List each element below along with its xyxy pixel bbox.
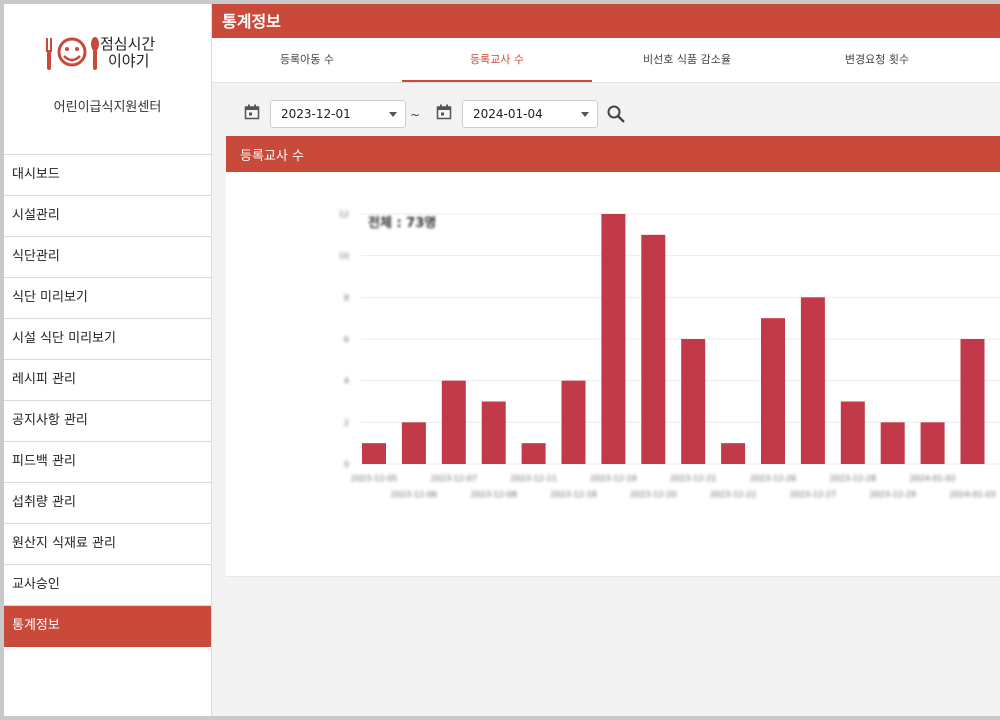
sidebar-item-recipe[interactable]: 레시피 관리 (4, 360, 211, 401)
calendar-icon[interactable] (244, 104, 260, 120)
x-tick-label: 2023-12-08 (470, 490, 517, 499)
start-date-select[interactable]: 2023-12-01 (270, 100, 406, 128)
search-icon[interactable] (606, 104, 626, 124)
chevron-down-icon (581, 112, 589, 117)
date-range-separator: ~ (410, 108, 421, 122)
start-date-value: 2023-12-01 (281, 107, 351, 121)
y-tick-label: 4 (344, 377, 349, 386)
sidebar-item-label: 섭취량 관리 (12, 495, 76, 510)
card-header: 등록교사 수 (226, 136, 1000, 172)
chart-bar[interactable] (601, 214, 626, 464)
chart-bar[interactable] (561, 380, 586, 464)
chart-bar[interactable] (840, 401, 865, 465)
sidebar-item-facility-meal-preview[interactable]: 시설 식단 미리보기 (4, 319, 211, 360)
page-title: 통계정보 (222, 12, 281, 31)
x-tick-label: 2023-12-27 (790, 490, 837, 499)
sidebar-item-meal-preview[interactable]: 식단 미리보기 (4, 278, 211, 319)
logo-text: 점심시간 이야기 (100, 36, 155, 70)
sidebar-item-teacher-approval[interactable]: 교사승인 (4, 565, 211, 606)
chart-bar[interactable] (800, 297, 825, 464)
org-name: 어린이급식지원센터 (53, 100, 162, 115)
app-window: 점심시간 이야기 어린이급식지원센터 대시보드 시설관리 식단관리 식단 미리보… (4, 4, 1000, 716)
x-tick-label: 2023-12-20 (630, 490, 677, 499)
x-tick-label: 2024-01-02 (909, 474, 956, 483)
chart-bar[interactable] (721, 443, 746, 464)
sidebar-item-notice[interactable]: 공지사항 관리 (4, 401, 211, 442)
chart-bar[interactable] (761, 318, 785, 464)
sidebar: 점심시간 이야기 어린이급식지원센터 대시보드 시설관리 식단관리 식단 미리보… (4, 4, 212, 716)
sidebar-item-label: 식단 미리보기 (12, 290, 88, 305)
end-date-select[interactable]: 2024-01-04 (462, 100, 598, 128)
y-tick-label: 6 (344, 335, 349, 344)
chart-bar[interactable] (880, 422, 905, 464)
stats-card: 등록교사 수 전체 : 73명 0 2 4 6 8 10 12 2023-12-05 2023-… (226, 136, 1000, 577)
x-tick-label: 2024-01-03 (949, 490, 996, 499)
y-tick-label: 2 (344, 418, 349, 427)
end-date-value: 2024-01-04 (473, 107, 543, 121)
sidebar-item-label: 공지사항 관리 (12, 413, 88, 428)
chart-bar[interactable] (362, 443, 386, 464)
chevron-down-icon (389, 112, 397, 117)
x-tick-label: 2023-12-11 (510, 474, 556, 483)
tab-bar: 등록아동 수 등록교사 수 비선호 식품 감소율 변경요청 횟수 (212, 38, 1000, 83)
sidebar-item-label: 피드백 관리 (12, 454, 76, 469)
page-header: 통계정보 (212, 4, 1000, 38)
tab-registered-children[interactable]: 등록아동 수 (212, 38, 402, 82)
sidebar-item-label: 레시피 관리 (12, 372, 76, 387)
x-tick-label: 2023-12-28 (830, 474, 877, 483)
chart-bar[interactable] (641, 234, 666, 464)
sidebar-item-statistics[interactable]: 통계정보 (4, 606, 211, 647)
sidebar-item-label: 시설관리 (12, 208, 60, 223)
chart-bar[interactable] (960, 339, 985, 464)
bar-chart: 전체 : 73명 0 2 4 6 8 10 12 2023-12-05 2023-12-06 20… (226, 172, 1000, 576)
sidebar-item-meal-plan[interactable]: 식단관리 (4, 237, 211, 278)
x-tick-label: 2023-12-21 (670, 474, 717, 483)
calendar-icon[interactable] (436, 104, 452, 120)
x-tick-label: 2023-12-22 (710, 490, 757, 499)
sidebar-item-label: 시설 식단 미리보기 (12, 331, 116, 346)
chart-bar[interactable] (920, 422, 945, 464)
chart-bar[interactable] (681, 339, 706, 464)
sidebar-item-label: 대시보드 (12, 167, 60, 182)
chart-bar[interactable] (481, 401, 506, 465)
sidebar-item-feedback[interactable]: 피드백 관리 (4, 442, 211, 483)
x-tick-label: 2023-12-06 (391, 490, 438, 499)
sidebar-item-facility[interactable]: 시설관리 (4, 196, 211, 237)
logo-line2: 이야기 (108, 52, 150, 70)
main-content: 통계정보 등록아동 수 등록교사 수 비선호 식품 감소율 변경요청 횟수 20… (212, 4, 1000, 716)
x-tick-label: 2023-12-05 (351, 474, 398, 483)
chart-bar[interactable] (521, 443, 546, 464)
x-tick-label: 2023-12-26 (750, 474, 797, 483)
tab-disliked-food-reduction[interactable]: 비선호 식품 감소율 (592, 38, 782, 82)
y-tick-label: 8 (344, 293, 349, 302)
sidebar-item-label: 통계정보 (12, 618, 60, 633)
sidebar-item-label: 원산지 식재료 관리 (12, 536, 116, 551)
y-tick-label: 10 (339, 252, 349, 261)
x-tick-label: 2023-12-18 (550, 490, 597, 499)
card-title: 등록교사 수 (240, 149, 304, 164)
tab-change-requests[interactable]: 변경요청 횟수 (782, 38, 972, 82)
date-filter: 2023-12-01 ~ 2024-01-04 (212, 96, 1000, 132)
chart-bar[interactable] (401, 422, 426, 464)
logo: 점심시간 이야기 (42, 32, 182, 80)
x-tick-label: 2023-12-29 (869, 490, 916, 499)
x-tick-label: 2023-12-07 (431, 474, 478, 483)
chart-bar[interactable] (441, 380, 466, 464)
tab-registered-teachers[interactable]: 등록교사 수 (402, 38, 592, 82)
logo-line1: 점심시간 (100, 35, 156, 53)
y-tick-label: 12 (339, 210, 349, 219)
sidebar-item-label: 식단관리 (12, 249, 60, 264)
sidebar-menu: 대시보드 시설관리 식단관리 식단 미리보기 시설 식단 미리보기 레시피 관리… (4, 154, 211, 647)
sidebar-item-origin[interactable]: 원산지 식재료 관리 (4, 524, 211, 565)
chart-plot: 0 2 4 6 8 10 12 2023-12-05 2023-12-06 2023-12-07 2… (339, 210, 1000, 499)
x-tick-label: 2023-12-19 (590, 474, 637, 483)
sidebar-item-label: 교사승인 (12, 577, 60, 592)
sidebar-item-dashboard[interactable]: 대시보드 (4, 155, 211, 196)
sidebar-item-intake[interactable]: 섭취량 관리 (4, 483, 211, 524)
logo-icon (46, 37, 99, 70)
y-tick-label: 0 (344, 460, 349, 469)
